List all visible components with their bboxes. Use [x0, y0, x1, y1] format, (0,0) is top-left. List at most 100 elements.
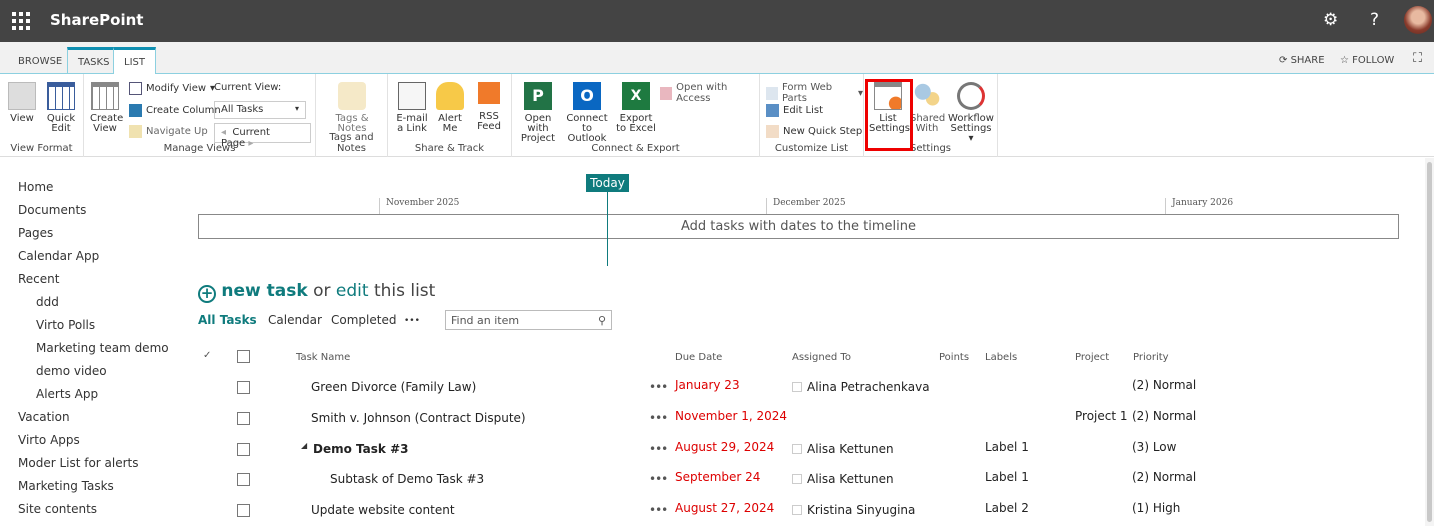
assigned-to[interactable]: Alisa Kettunen	[792, 442, 894, 456]
app-title[interactable]: SharePoint	[50, 11, 143, 29]
navigate-up-button[interactable]: Navigate Up	[129, 125, 208, 138]
tab-browse[interactable]: BROWSE	[8, 49, 72, 74]
assigned-name[interactable]: Alina Petrachenkava	[807, 380, 930, 394]
tab-tasks[interactable]: TASKS	[67, 47, 120, 74]
scrollbar[interactable]	[1425, 158, 1434, 526]
assigned-to[interactable]: Alisa Kettunen	[792, 472, 894, 486]
row-checkbox[interactable]	[237, 473, 250, 486]
col-labels[interactable]: Labels	[985, 352, 1017, 363]
app-launcher-icon[interactable]	[12, 12, 30, 30]
workflow-settings-button[interactable]: Workflow Settings ▾	[948, 82, 994, 144]
collapse-triangle-icon[interactable]: ◢	[301, 441, 307, 450]
item-menu-icon[interactable]: •••	[649, 380, 668, 394]
share-button[interactable]: ⟳ SHARE	[1279, 55, 1325, 66]
new-task-link[interactable]: new task	[221, 281, 307, 301]
nav-marketing-team-demo[interactable]: Marketing team demo	[36, 341, 169, 355]
assigned-name[interactable]: Alisa Kettunen	[807, 472, 894, 486]
due-date: January 23	[675, 378, 740, 392]
nav-recent[interactable]: Recent	[18, 272, 59, 286]
connect-outlook-button[interactable]: O Connect to Outlook	[564, 82, 610, 144]
nav-ddd[interactable]: ddd	[36, 295, 59, 309]
group-connect-export: P Open with Project O Connect to Outlook X…	[512, 74, 760, 157]
row-checkbox[interactable]	[237, 504, 250, 517]
tab-list[interactable]: LIST	[113, 47, 156, 75]
nav-vacation[interactable]: Vacation	[18, 410, 70, 424]
plus-icon[interactable]: +	[198, 285, 216, 303]
col-project[interactable]: Project	[1075, 352, 1109, 363]
view-calendar[interactable]: Calendar	[268, 313, 322, 327]
nav-home[interactable]: Home	[18, 180, 53, 194]
assigned-name[interactable]: Kristina Sinyugina	[807, 503, 915, 517]
view-completed[interactable]: Completed	[331, 313, 396, 327]
item-menu-icon[interactable]: •••	[649, 503, 668, 517]
tags-notes-button[interactable]: Tags & Notes	[330, 82, 374, 134]
edit-list-button[interactable]: Edit List	[766, 104, 823, 117]
nav-pages[interactable]: Pages	[18, 226, 53, 240]
labels: Label 2	[985, 501, 1029, 515]
nav-virto-apps[interactable]: Virto Apps	[18, 433, 80, 447]
task-name[interactable]: Subtask of Demo Task #3	[330, 472, 484, 486]
item-menu-icon[interactable]: •••	[649, 411, 668, 425]
current-view-select[interactable]: All Tasks ▾	[214, 101, 306, 119]
modify-view-button[interactable]: Modify View ▾	[129, 82, 215, 95]
search-icon[interactable]: ⚲	[598, 314, 606, 327]
timeline-bar[interactable]: Add tasks with dates to the timeline	[198, 214, 1399, 239]
row-checkbox[interactable]	[237, 412, 250, 425]
nav-alerts-app[interactable]: Alerts App	[36, 387, 98, 401]
col-assigned-to[interactable]: Assigned To	[792, 352, 851, 363]
focus-icon[interactable]: ⛶	[1413, 51, 1422, 66]
view-icon	[8, 82, 36, 110]
nav-virto-polls[interactable]: Virto Polls	[36, 318, 95, 332]
row-checkbox[interactable]	[237, 381, 250, 394]
nav-marketing-tasks[interactable]: Marketing Tasks	[18, 479, 114, 493]
create-column-button[interactable]: Create Column	[129, 104, 221, 117]
task-name[interactable]: Update website content	[311, 503, 455, 517]
select-all-checkbox[interactable]	[237, 350, 250, 363]
view-button[interactable]: View	[6, 82, 38, 124]
current-page-pager[interactable]: ◂ Current Page ▸	[214, 123, 311, 149]
help-icon[interactable]: ?	[1370, 10, 1379, 30]
task-name[interactable]: Demo Task #3	[313, 442, 408, 456]
gear-icon[interactable]: ⚙	[1323, 10, 1338, 30]
col-due-date[interactable]: Due Date	[675, 352, 722, 363]
export-excel-button[interactable]: X Export to Excel	[614, 82, 658, 134]
nav-moder-list[interactable]: Moder List for alerts	[18, 456, 139, 470]
follow-button[interactable]: ☆ FOLLOW	[1340, 55, 1394, 66]
row-checkbox[interactable]	[237, 443, 250, 456]
nav-site-contents[interactable]: Site contents	[18, 502, 97, 516]
view-all-tasks[interactable]: All Tasks	[198, 313, 257, 327]
assigned-to[interactable]: Kristina Sinyugina	[792, 503, 915, 517]
item-menu-icon[interactable]: •••	[649, 472, 668, 486]
nav-demo-video[interactable]: demo video	[36, 364, 107, 378]
create-column-label: Create Column	[146, 105, 221, 116]
quick-edit-button[interactable]: Quick Edit	[44, 82, 78, 134]
shared-with-button[interactable]: Shared With	[910, 82, 946, 134]
open-with-access-button[interactable]: Open with Access	[660, 82, 759, 104]
scrollbar-thumb[interactable]	[1427, 162, 1432, 522]
new-quick-step-button[interactable]: New Quick Step	[766, 125, 862, 138]
create-view-button[interactable]: Create View	[90, 82, 123, 134]
col-task-name[interactable]: Task Name	[296, 352, 350, 363]
nav-documents[interactable]: Documents	[18, 203, 86, 217]
col-points[interactable]: Points	[939, 352, 969, 363]
more-views-button[interactable]: •••	[404, 316, 420, 326]
group-share-track: E-mail a Link Alert Me RSS Feed Share & …	[388, 74, 512, 157]
rss-feed-button[interactable]: RSS Feed	[472, 82, 506, 132]
nav-calendar-app[interactable]: Calendar App	[18, 249, 99, 263]
email-link-button[interactable]: E-mail a Link	[392, 82, 432, 134]
alert-me-button[interactable]: Alert Me	[436, 82, 464, 134]
shared-with-label: Shared With	[910, 113, 946, 134]
priority: (3) Low	[1132, 440, 1177, 454]
form-web-parts-button[interactable]: Form Web Parts ▾	[766, 82, 863, 104]
item-menu-icon[interactable]: •••	[649, 442, 668, 456]
task-name[interactable]: Green Divorce (Family Law)	[311, 380, 476, 394]
open-with-project-button[interactable]: P Open with Project	[515, 82, 561, 144]
edit-list-link[interactable]: edit	[336, 281, 369, 301]
assigned-name[interactable]: Alisa Kettunen	[807, 442, 894, 456]
assigned-to[interactable]: Alina Petrachenkava	[792, 380, 930, 394]
search-input[interactable]: Find an item ⚲	[445, 310, 612, 330]
group-label: Customize List	[774, 143, 849, 154]
task-name[interactable]: Smith v. Johnson (Contract Dispute)	[311, 411, 526, 425]
avatar[interactable]	[1404, 6, 1432, 34]
col-priority[interactable]: Priority	[1133, 352, 1169, 363]
